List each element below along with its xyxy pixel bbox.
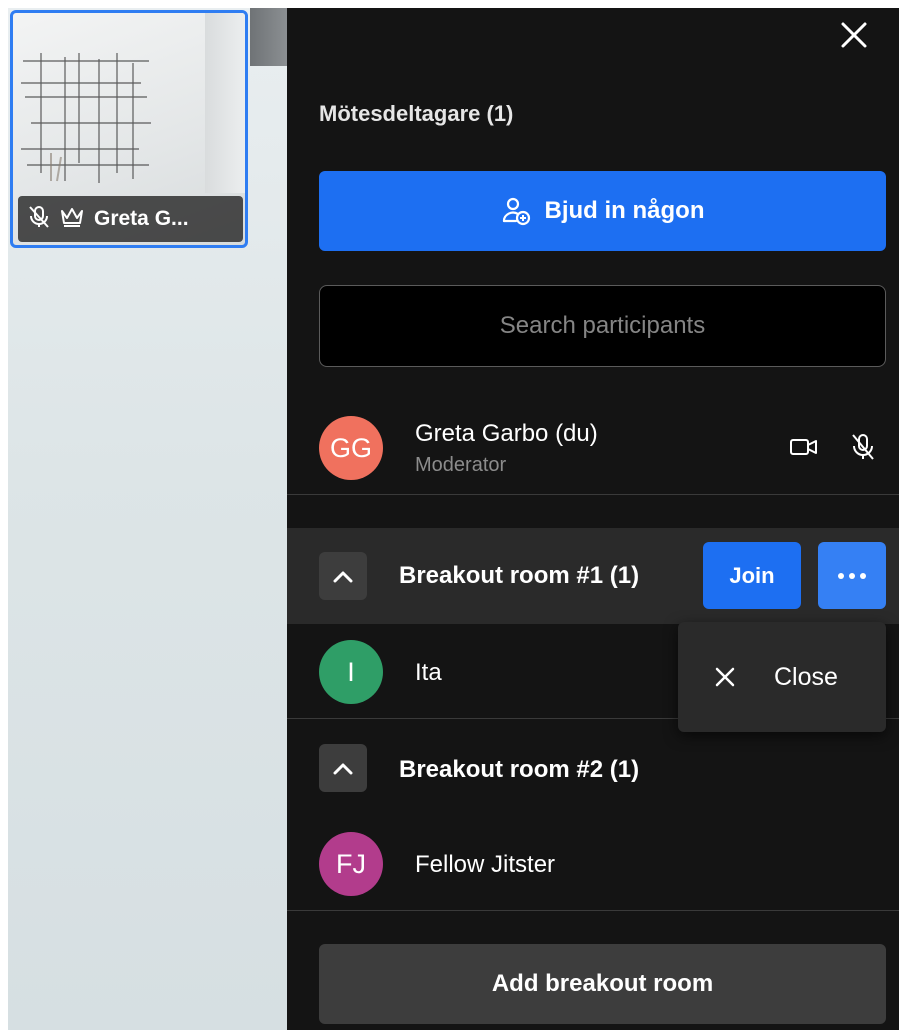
invite-button[interactable]: Bjud in någon xyxy=(319,171,886,251)
invite-button-label: Bjud in någon xyxy=(544,197,705,224)
stage-shadow xyxy=(250,8,287,66)
add-user-icon xyxy=(502,197,530,226)
thumbnail-nameplate: Greta G... xyxy=(18,196,243,242)
participant-thumbnail[interactable]: Greta G... xyxy=(10,10,248,248)
participants-panel: Mötesdeltagare (1) Bjud in någon GG Gret… xyxy=(287,8,899,1030)
thumbnail-background xyxy=(205,13,245,193)
avatar-initials: I xyxy=(347,656,355,687)
video-stage: Greta G... xyxy=(8,8,287,1030)
wall-art-image xyxy=(21,53,151,183)
close-icon xyxy=(715,667,735,687)
crown-icon xyxy=(60,206,84,233)
add-breakout-room-button[interactable]: Add breakout room xyxy=(319,944,886,1024)
participant-name: Greta Garbo (du) xyxy=(415,420,598,447)
search-field[interactable] xyxy=(319,285,886,367)
divider xyxy=(287,910,899,911)
search-input[interactable] xyxy=(320,286,885,366)
participant-name: Fellow Jitster xyxy=(415,851,556,878)
avatar: FJ xyxy=(319,832,383,896)
breakout-room-2-header: Breakout room #2 (1) xyxy=(287,720,899,816)
close-panel-button[interactable] xyxy=(839,20,869,50)
chevron-up-icon xyxy=(333,763,353,775)
close-icon xyxy=(841,22,867,48)
chevron-up-icon xyxy=(333,571,353,583)
collapse-room-button[interactable] xyxy=(319,744,367,792)
breakout-room-1-header: Breakout room #1 (1) xyxy=(287,528,899,624)
close-room-label: Close xyxy=(774,662,838,691)
join-room-button[interactable]: Join xyxy=(703,542,801,609)
collapse-room-button[interactable] xyxy=(319,552,367,600)
panel-title: Mötesdeltagare (1) xyxy=(319,101,514,126)
participant-role: Moderator xyxy=(415,454,507,476)
avatar-initials: GG xyxy=(329,432,372,463)
close-room-menu-item[interactable]: Close xyxy=(678,622,886,732)
camera-icon[interactable] xyxy=(789,436,819,463)
participant-name: Ita xyxy=(415,659,442,686)
avatar: I xyxy=(319,640,383,704)
mic-muted-icon xyxy=(28,205,50,234)
thumbnail-name: Greta G... xyxy=(94,207,189,230)
avatar-initials: FJ xyxy=(336,848,366,879)
room-context-menu: Close xyxy=(678,622,886,732)
mic-muted-icon[interactable] xyxy=(850,432,876,467)
more-options-button[interactable] xyxy=(818,542,886,609)
more-icon xyxy=(838,572,866,579)
breakout-room-title: Breakout room #1 (1) xyxy=(399,562,640,589)
breakout-room-title: Breakout room #2 (1) xyxy=(399,756,640,783)
avatar: GG xyxy=(319,416,383,480)
divider xyxy=(287,494,899,495)
